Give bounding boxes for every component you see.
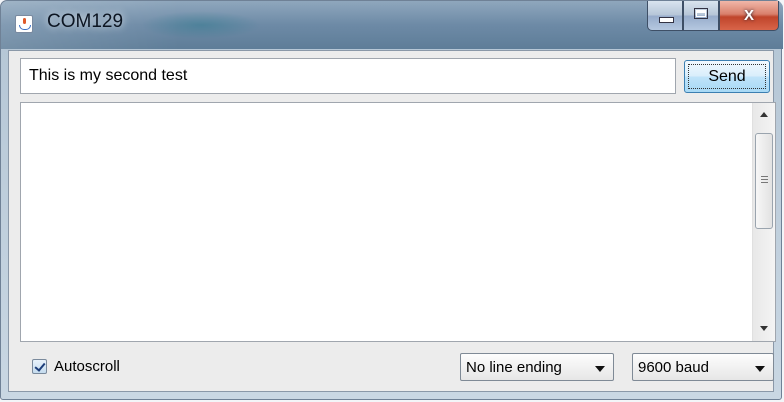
grip-icon (761, 176, 768, 177)
maximize-icon (694, 8, 708, 19)
serial-output-area[interactable] (20, 102, 776, 342)
autoscroll-checkbox[interactable] (32, 359, 47, 374)
baud-rate-value: 9600 baud (638, 359, 709, 376)
scroll-down-icon[interactable] (753, 319, 775, 339)
close-icon: X (743, 7, 754, 24)
chevron-down-icon (755, 366, 765, 372)
vertical-scrollbar[interactable] (752, 103, 775, 341)
baud-rate-dropdown[interactable]: 9600 baud (632, 353, 774, 381)
minimize-button[interactable] (647, 1, 683, 31)
autoscroll-label[interactable]: Autoscroll (54, 358, 120, 375)
line-ending-dropdown[interactable]: No line ending (460, 353, 614, 381)
send-button[interactable]: Send (684, 60, 770, 93)
line-ending-value: No line ending (466, 359, 562, 376)
scroll-up-icon[interactable] (753, 105, 775, 125)
window-title: COM129 (47, 11, 124, 32)
send-input[interactable] (20, 58, 676, 94)
scroll-thumb[interactable] (755, 133, 773, 229)
bottom-bar: Autoscroll No line ending 9600 baud (20, 346, 776, 386)
minimize-icon (659, 17, 674, 23)
close-button[interactable]: X (719, 1, 779, 31)
chevron-down-icon (595, 366, 605, 372)
autoscroll-toggle[interactable]: Autoscroll (32, 358, 120, 375)
title-bar[interactable]: COM129 X (1, 1, 783, 49)
java-icon[interactable] (15, 15, 33, 33)
send-button-label: Send (708, 67, 746, 85)
maximize-button[interactable] (683, 1, 719, 31)
caption-buttons: X (647, 1, 779, 33)
